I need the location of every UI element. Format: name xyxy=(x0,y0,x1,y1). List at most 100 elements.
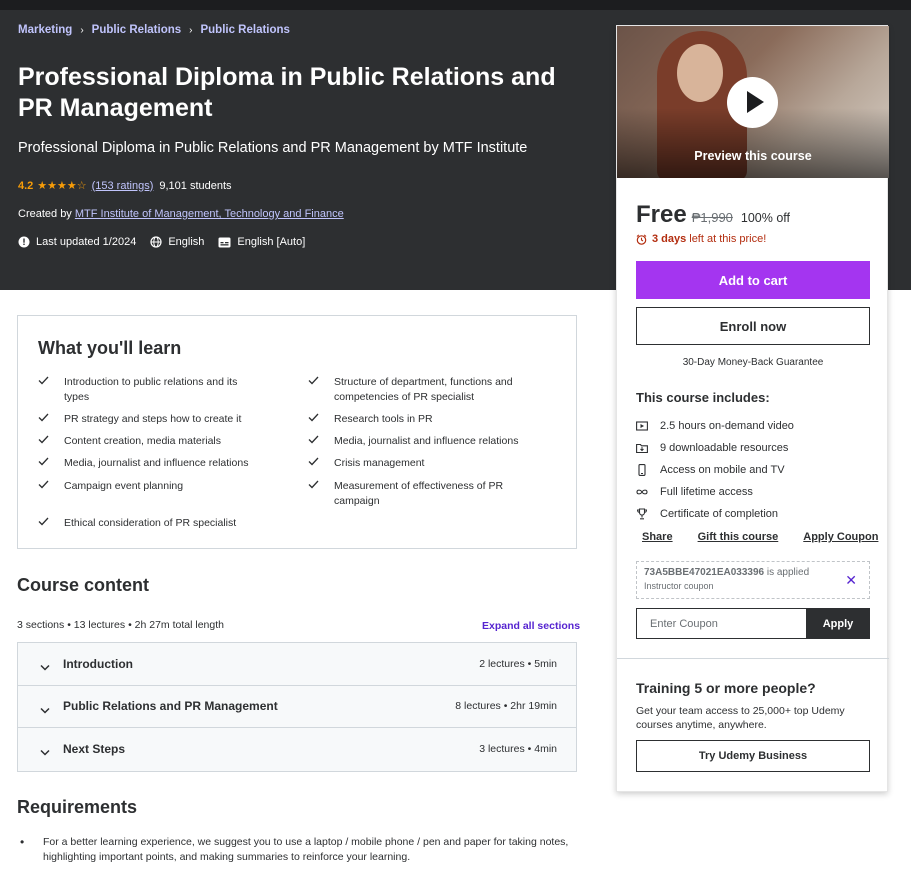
learn-item: Structure of department, functions and c… xyxy=(308,375,534,405)
purchase-card: Preview this course Free ₱1,990 100% off… xyxy=(616,25,889,792)
preview-image-face xyxy=(677,44,723,102)
learn-item-text: Campaign event planning xyxy=(64,480,184,492)
remove-coupon-close-icon[interactable]: ✕ xyxy=(845,572,857,589)
learn-item-text: Content creation, media materials xyxy=(64,435,221,447)
learn-item: Media, journalist and influence relation… xyxy=(38,456,264,471)
section-info: 2 lectures • 5min xyxy=(479,657,557,670)
star-rating-icon: ★★★★☆ xyxy=(37,180,87,192)
learn-item: Campaign event planning xyxy=(38,479,264,494)
learn-item-text: Media, journalist and influence relation… xyxy=(64,457,249,469)
check-icon xyxy=(38,516,50,531)
includes-title: This course includes: xyxy=(636,390,770,405)
top-nav-bar xyxy=(0,0,911,10)
coupon-type: Instructor coupon xyxy=(644,581,714,591)
learn-item-text: Introduction to public relations and its… xyxy=(64,376,238,403)
includes-text: 9 downloadable resources xyxy=(660,442,789,454)
card-links: Share Gift this course Apply Coupon xyxy=(642,531,878,543)
alarm-clock-icon xyxy=(636,233,647,245)
expand-all-sections-button[interactable]: Expand all sections xyxy=(482,620,580,632)
money-back-guarantee: 30-Day Money-Back Guarantee xyxy=(682,357,824,368)
requirement-text: For a better learning experience, we sug… xyxy=(43,836,569,863)
trophy-icon xyxy=(636,508,648,520)
learn-item-text: Ethical consideration of PR specialist xyxy=(64,517,237,529)
timer-days: 3 days xyxy=(652,233,687,245)
learn-item-text: Media, journalist and influence relation… xyxy=(334,435,519,447)
last-updated-text: Last updated 1/2024 xyxy=(36,236,137,248)
infinity-icon xyxy=(636,489,648,495)
course-title: Professional Diploma in Public Relations… xyxy=(18,63,556,122)
check-icon xyxy=(38,375,50,405)
learn-item-text: Research tools in PR xyxy=(334,413,433,425)
section-info: 3 lectures • 4min xyxy=(479,743,557,756)
check-icon xyxy=(308,434,320,449)
preview-label: Preview this course xyxy=(694,149,812,163)
includes-text: 2.5 hours on-demand video xyxy=(660,420,794,432)
what-youll-learn-box: What you'll learn Introduction to public… xyxy=(17,315,577,549)
add-to-cart-button[interactable]: Add to cart xyxy=(636,261,870,299)
business-title: Training 5 or more people? xyxy=(636,680,816,696)
card-divider xyxy=(617,658,889,659)
discount-percent: 100% off xyxy=(740,211,791,225)
includes-item: 9 downloadable resources xyxy=(636,437,794,459)
breadcrumb: Marketing › Public Relations › Public Re… xyxy=(18,24,290,36)
learn-item: PR strategy and steps how to create it xyxy=(38,412,264,427)
learn-item-text: Measurement of effectiveness of PR campa… xyxy=(334,480,504,507)
gift-course-link[interactable]: Gift this course xyxy=(698,531,779,543)
timer-text: left at this price! xyxy=(689,233,767,245)
students-count: 9,101 students xyxy=(159,179,232,192)
breadcrumb-item-marketing[interactable]: Marketing xyxy=(18,24,72,36)
play-icon[interactable] xyxy=(727,77,778,128)
check-icon xyxy=(308,456,320,471)
last-updated: Last updated 1/2024 xyxy=(18,236,136,248)
learn-item: Research tools in PR xyxy=(308,412,534,427)
chevron-down-icon xyxy=(40,658,50,676)
share-link[interactable]: Share xyxy=(642,531,673,543)
apply-coupon-button[interactable]: Apply xyxy=(806,608,870,639)
learn-item-text: Structure of department, functions and c… xyxy=(334,376,513,403)
try-udemy-business-button[interactable]: Try Udemy Business xyxy=(636,740,870,772)
learn-item: Crisis management xyxy=(308,456,534,471)
section-row[interactable]: Public Relations and PR Management 8 lec… xyxy=(18,685,576,728)
check-icon xyxy=(308,375,320,405)
business-description: Get your team access to 25,000+ top Udem… xyxy=(636,705,845,731)
course-meta-row: Last updated 1/2024 English English [Aut… xyxy=(18,236,319,248)
language-text: English xyxy=(168,236,205,248)
closed-captions-icon xyxy=(218,237,231,247)
learn-item-text: Crisis management xyxy=(334,457,425,469)
course-captions: English [Auto] xyxy=(218,236,305,248)
section-title: Public Relations and PR Management xyxy=(63,699,278,714)
requirements-title: Requirements xyxy=(17,797,138,817)
includes-item: Certificate of completion xyxy=(636,503,794,525)
includes-item: Full lifetime access xyxy=(636,481,794,503)
captions-text: English [Auto] xyxy=(237,236,306,248)
section-row[interactable]: Next Steps 3 lectures • 4min xyxy=(18,728,576,771)
check-icon xyxy=(38,412,50,427)
apply-coupon-link[interactable]: Apply Coupon xyxy=(803,531,878,543)
section-title: Introduction xyxy=(63,656,133,671)
created-by-label: Created by xyxy=(18,208,72,220)
applied-coupon: 73A5BBE47021EA033396 is applied xyxy=(644,567,862,578)
applied-coupon-box: 73A5BBE47021EA033396 is applied Instruct… xyxy=(636,561,870,599)
course-subtitle: Professional Diploma in Public Relations… xyxy=(18,140,528,156)
learn-item: Content creation, media materials xyxy=(38,434,264,449)
section-title: Next Steps xyxy=(63,742,126,757)
rating-value: 4.2 xyxy=(18,179,34,192)
coupon-input[interactable] xyxy=(636,608,807,639)
course-sections: Introduction 2 lectures • 5min Public Re… xyxy=(17,642,577,772)
section-row[interactable]: Introduction 2 lectures • 5min xyxy=(18,643,576,686)
course-content-meta: 3 sections • 13 lectures • 2h 27m total … xyxy=(17,619,224,631)
breadcrumb-item-public-relations[interactable]: Public Relations xyxy=(92,24,181,36)
learn-item: Introduction to public relations and its… xyxy=(38,375,264,405)
ratings-count-link[interactable]: (153 ratings) xyxy=(92,180,154,192)
course-preview[interactable]: Preview this course xyxy=(617,26,889,178)
includes-text: Access on mobile and TV xyxy=(660,464,785,476)
breadcrumb-item-public-relations-topic[interactable]: Public Relations xyxy=(200,24,289,36)
folder-download-icon xyxy=(636,443,648,453)
check-icon xyxy=(38,456,50,471)
includes-text: Certificate of completion xyxy=(660,508,778,520)
learn-item: Ethical consideration of PR specialist xyxy=(38,516,264,531)
check-icon xyxy=(308,479,320,509)
author-link[interactable]: MTF Institute of Management, Technology … xyxy=(75,208,344,220)
enroll-now-button[interactable]: Enroll now xyxy=(636,307,870,345)
check-icon xyxy=(38,479,50,494)
